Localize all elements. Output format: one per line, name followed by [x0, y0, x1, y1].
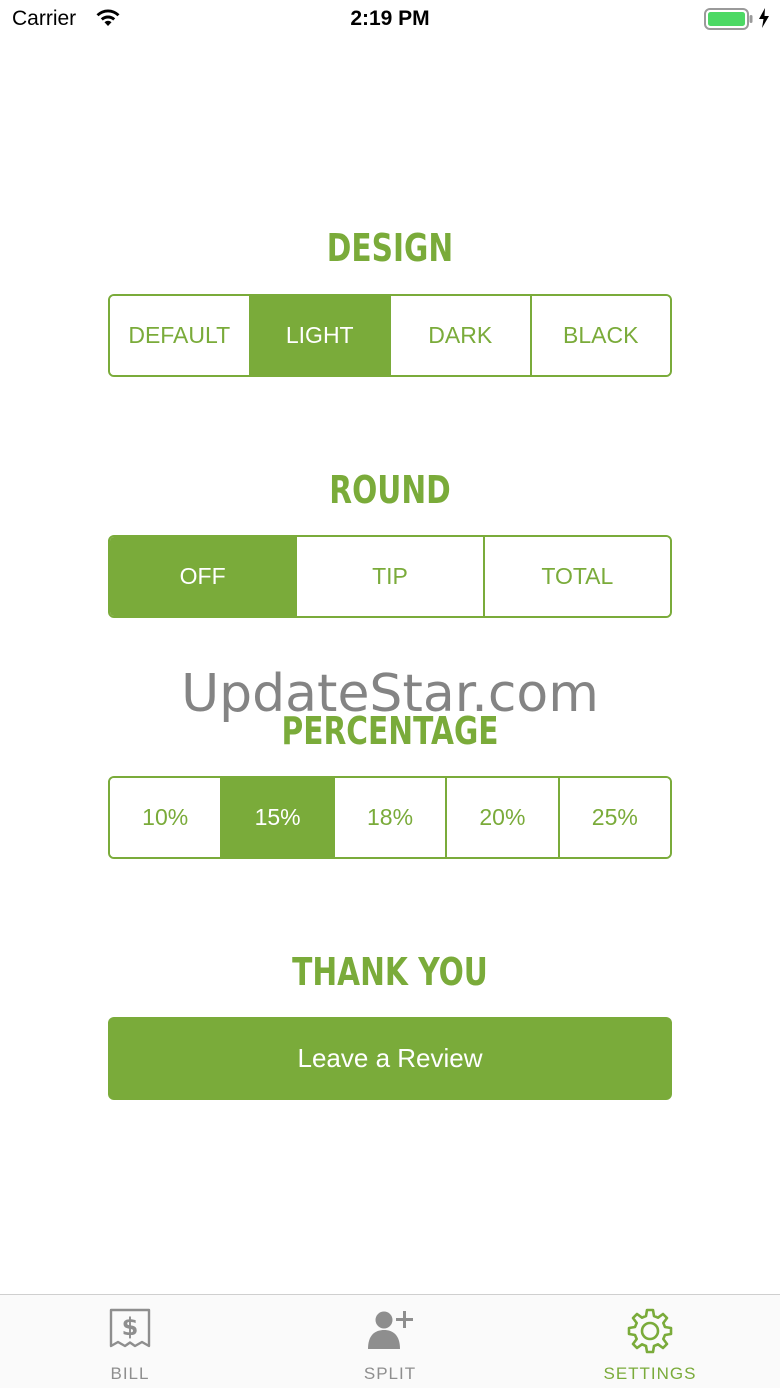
tab-settings[interactable]: SETTINGS	[520, 1295, 780, 1388]
battery-icon	[704, 8, 754, 35]
gear-icon	[520, 1307, 780, 1355]
tab-split[interactable]: SPLIT	[260, 1295, 520, 1388]
leave-review-button[interactable]: Leave a Review	[108, 1017, 672, 1100]
round-option-off[interactable]: OFF	[110, 537, 298, 616]
status-time: 2:19 PM	[350, 7, 430, 30]
design-option-default[interactable]: DEFAULT	[110, 296, 251, 375]
round-segmented-control: OFF TIP TOTAL	[108, 535, 672, 618]
round-title: ROUND	[329, 468, 451, 512]
tab-bill[interactable]: $ BILL	[0, 1295, 260, 1388]
charging-bolt-icon	[758, 7, 770, 34]
round-option-total[interactable]: TOTAL	[484, 537, 670, 616]
design-option-light[interactable]: LIGHT	[250, 296, 391, 375]
design-option-dark[interactable]: DARK	[391, 296, 532, 375]
tab-bill-label: BILL	[110, 1364, 150, 1383]
thank-you-title: THANK YOU	[292, 950, 488, 994]
percentage-option-20[interactable]: 20%	[447, 778, 560, 857]
percentage-option-15[interactable]: 15%	[222, 778, 335, 857]
percentage-option-10[interactable]: 10%	[110, 778, 223, 857]
design-segmented-control: DEFAULT LIGHT DARK BLACK	[108, 294, 672, 377]
svg-text:$: $	[122, 1313, 139, 1341]
round-option-tip[interactable]: TIP	[297, 537, 485, 616]
add-person-icon	[260, 1307, 520, 1355]
tab-bar: $ BILL SPLIT SETTINGS	[0, 1294, 780, 1388]
status-bar: Carrier 2:19 PM	[0, 0, 780, 40]
tab-split-label: SPLIT	[363, 1364, 417, 1383]
percentage-option-18[interactable]: 18%	[334, 778, 448, 857]
design-option-black[interactable]: BLACK	[531, 296, 670, 375]
percentage-title: PERCENTAGE	[281, 709, 499, 753]
receipt-dollar-icon: $	[0, 1307, 260, 1355]
percentage-option-25[interactable]: 25%	[559, 778, 670, 857]
percentage-segmented-control: 10% 15% 18% 20% 25%	[108, 776, 672, 859]
tab-settings-label: SETTINGS	[603, 1364, 697, 1383]
design-title: DESIGN	[326, 226, 454, 270]
